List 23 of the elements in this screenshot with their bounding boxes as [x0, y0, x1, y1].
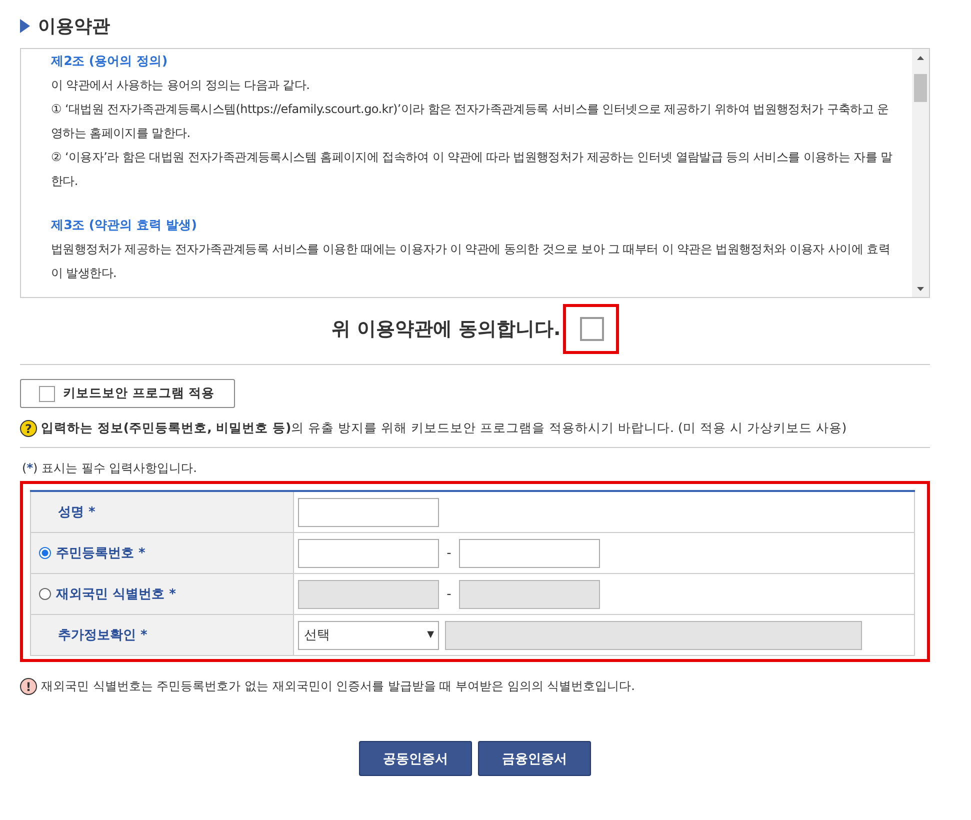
warning-icon: !	[20, 678, 37, 695]
keyboard-security-button[interactable]: 키보드보안 프로그램 적용	[20, 379, 235, 408]
security-notice: 입력하는 정보(주민등록번호, 비밀번호 등)의 유출 방지를 위해 키보드보안 프로그램을 적용하시기 바랍니다. (미 적용 시 가상키보드 사용)	[41, 420, 847, 437]
help-icon: ?	[20, 420, 37, 437]
required-note: (*) 표시는 필수 입력사항입니다.	[22, 460, 198, 477]
certificate-button[interactable]: 공동인증서	[359, 741, 472, 776]
terms-heading: 제3조 (약관의 효력 발생)	[51, 216, 198, 234]
dash-separator: -	[446, 586, 452, 602]
terms-paragraph: ② ‘이용자’라 함은 대법원 전자가족관계등록시스템 홈페이지에 접속하여 이 약관에 따라 법원행정처가 제공하는 인터넷 열람발급 등의 서비스를 이용하는 자를 말한다.	[51, 149, 894, 190]
terms-paragraph: 법원행정처가 제공하는 전자가족관계등록 서비스를 이용한 때에는 이용자가 이 약관에 동의한 것으로 보아 그 때부터 이 약관은 법원행정처와 이용자 사이에 효력이 발생한다.	[51, 241, 891, 282]
field-label: 재외국민 식별번호 *	[56, 586, 176, 603]
terms-paragraph: 이 약관에서 사용하는 용어의 정의는 다음과 같다.	[51, 77, 311, 94]
terms-paragraph: ① ‘대법원 전자가족관계등록시스템(https://efamily.scourt.go.kr)’이라 함은 전자가족관계등록 서비스를 인터넷으로 제공하기 위하여 법원행정처가 구축하고 운영하는 홈페이지를 말한다.	[51, 101, 890, 142]
terms-heading: 제2조 (용어의 정의)	[51, 52, 168, 70]
section-title: 이용약관	[38, 15, 110, 38]
field-label: 성명 *	[57, 504, 96, 521]
field-label: 추가정보확인 *	[57, 627, 148, 644]
keyboard-security-label: 키보드보안 프로그램 적용	[63, 385, 215, 402]
info-notice: 재외국민 식별번호는 주민등록번호가 없는 재외국민이 인증서를 발급받을 때 부여받은 임의의 식별번호입니다.	[41, 678, 635, 695]
agree-label: 위 이용약관에 동의합니다.	[331, 317, 561, 342]
field-label: 주민등록번호 *	[56, 545, 146, 562]
certificate-button[interactable]: 금융인증서	[478, 741, 591, 776]
dash-separator: -	[446, 546, 452, 560]
